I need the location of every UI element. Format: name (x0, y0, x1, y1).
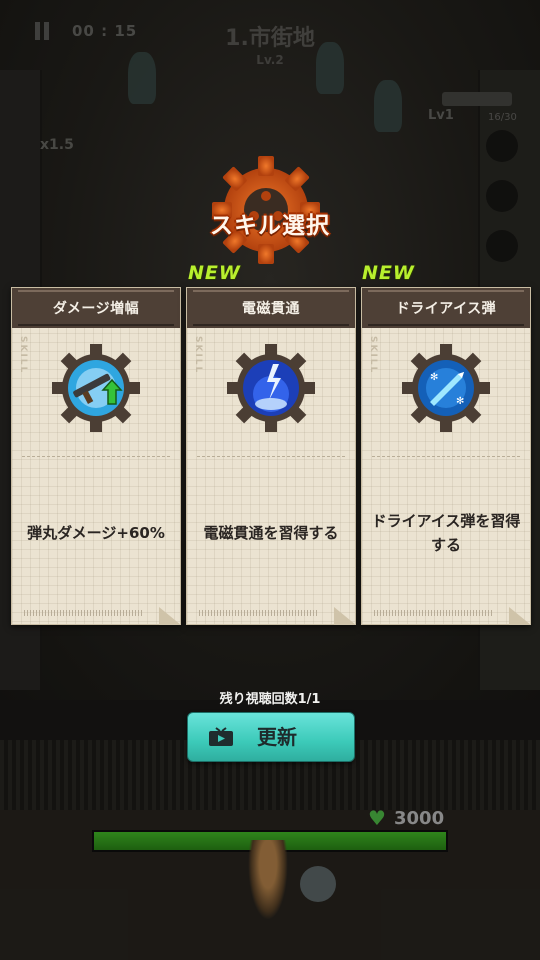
card-corner-fold (334, 607, 356, 625)
card-divider (372, 456, 520, 457)
page-title: スキル選択 (210, 213, 330, 239)
card-description: 電磁貫通を習得する (203, 524, 339, 542)
card-barcode (199, 610, 319, 616)
svg-text:✻: ✻ (456, 396, 464, 407)
side-skill-slot (486, 230, 518, 262)
card-corner-fold (509, 607, 531, 625)
card-title: 電磁貫通 (242, 301, 300, 317)
base-health-value: 3000 (394, 808, 445, 829)
card-header: ドライアイス弾 (362, 288, 530, 328)
rifle-upgrade-icon (52, 344, 140, 432)
ice-bullet-icon: ✻ ✻ (402, 344, 490, 432)
rifle-icon (442, 92, 512, 106)
card-title: ドライアイス弾 (395, 301, 497, 317)
stage-level: Lv.2 (256, 53, 284, 67)
card-corner-fold (159, 607, 181, 625)
refresh-label: 更新 (257, 725, 297, 749)
weapon-slot: Lv1 16/30 (428, 88, 520, 126)
skill-card-damage-boost[interactable]: ダメージ増幅 SKILL 弾丸ダメージ+60% (11, 287, 181, 625)
card-side-label: SKILL (193, 336, 203, 375)
card-header: ダメージ増幅 (12, 288, 180, 328)
svg-text:✻: ✻ (430, 372, 438, 383)
new-badge: NEW (362, 262, 415, 284)
card-title: ダメージ増幅 (52, 301, 140, 317)
card-divider (197, 456, 345, 457)
side-skill-slot (486, 130, 518, 162)
card-description: ドライアイス弾を習得する (371, 512, 521, 554)
player-soldier (248, 840, 288, 920)
card-barcode (374, 610, 494, 616)
lightning-icon (227, 344, 315, 432)
weapon-ammo: 16/30 (488, 112, 517, 123)
skill-card-dry-ice-bullet[interactable]: ドライアイス弾 SKILL ✻ ✻ ドライアイス弾を習得する (361, 287, 531, 625)
heart-icon: ♥ (368, 806, 386, 830)
robot-companion (300, 866, 336, 902)
skill-card-electromagnetic-pierce[interactable]: 電磁貫通 SKILL 電磁貫通を習得する (186, 287, 356, 625)
card-description: 弾丸ダメージ+60% (27, 524, 165, 542)
card-side-label: SKILL (368, 336, 378, 375)
card-header: 電磁貫通 (187, 288, 355, 328)
refresh-button[interactable]: 更新 (187, 712, 355, 762)
card-divider (22, 456, 170, 457)
card-side-label: SKILL (18, 336, 28, 375)
side-skill-slot (486, 180, 518, 212)
remaining-watch-count: 残り視聴回数1/1 (219, 692, 321, 707)
weapon-level: Lv1 (428, 108, 454, 123)
zombie-enemy (374, 80, 402, 132)
stage-name: 1.市街地 (225, 26, 315, 51)
card-barcode (24, 610, 144, 616)
speed-multiplier[interactable]: x1.5 (40, 137, 74, 153)
new-badge: NEW (188, 262, 241, 284)
